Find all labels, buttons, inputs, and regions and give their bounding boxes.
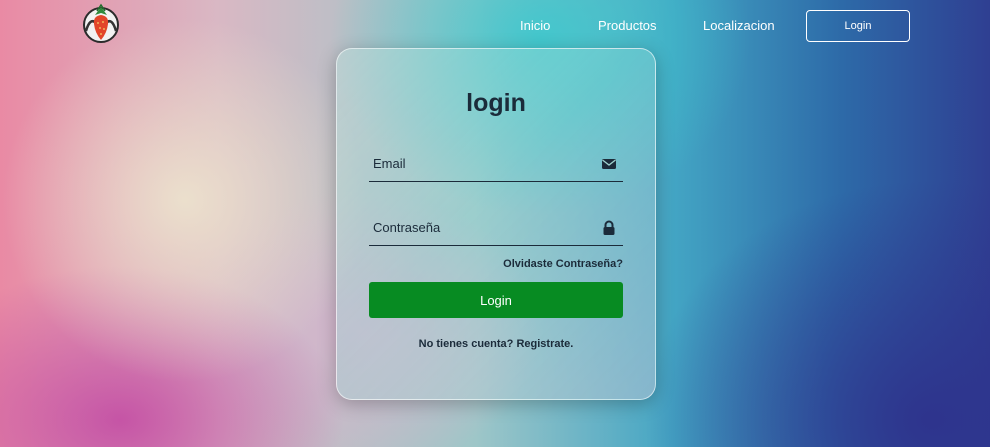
register-link[interactable]: Registrate. bbox=[516, 338, 573, 350]
nav-link-inicio[interactable]: Inicio bbox=[520, 18, 550, 33]
login-submit-button[interactable]: Login bbox=[369, 282, 623, 318]
nav-link-productos[interactable]: Productos bbox=[598, 18, 657, 33]
forgot-password-link[interactable]: Olvidaste Contraseña? bbox=[503, 258, 623, 270]
email-field-wrapper bbox=[369, 147, 623, 182]
password-field-wrapper bbox=[369, 211, 623, 246]
login-title: login bbox=[466, 89, 526, 117]
register-text: No tienes cuenta? bbox=[418, 338, 514, 350]
email-input[interactable] bbox=[369, 147, 593, 179]
strawberry-logo-icon[interactable] bbox=[80, 3, 122, 45]
top-navbar: Inicio Productos Localizacion Login bbox=[0, 0, 990, 50]
nav-login-button[interactable]: Login bbox=[806, 10, 910, 42]
password-input[interactable] bbox=[369, 211, 593, 243]
register-prompt: No tienes cuenta? Registrate. bbox=[337, 338, 655, 350]
login-card: login Olvidaste Contraseña? Login No tie… bbox=[336, 48, 656, 400]
envelope-icon bbox=[602, 159, 616, 169]
lock-icon bbox=[603, 220, 615, 235]
nav-link-localizacion[interactable]: Localizacion bbox=[703, 18, 775, 33]
